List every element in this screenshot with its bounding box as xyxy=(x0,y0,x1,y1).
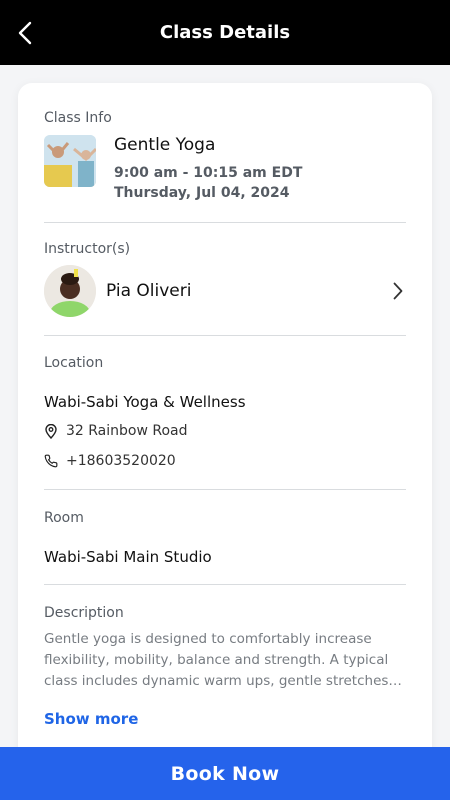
divider xyxy=(44,222,406,223)
book-now-button[interactable]: Book Now xyxy=(0,747,450,800)
instructor-name: Pia Oliveri xyxy=(106,281,192,301)
description-text: Gentle yoga is designed to comfortably i… xyxy=(44,631,393,689)
instructor-label: Instructor(s) xyxy=(44,241,131,257)
class-date: Thursday, Jul 04, 2024 xyxy=(114,185,290,201)
divider xyxy=(44,335,406,336)
app-header: Class Details xyxy=(0,0,450,65)
description-label: Description xyxy=(44,605,124,621)
divider xyxy=(44,489,406,490)
class-name: Gentle Yoga xyxy=(114,135,216,155)
instructor-row[interactable]: Pia Oliveri xyxy=(44,263,406,319)
phone-row[interactable]: +18603520020 xyxy=(44,453,176,469)
instructor-avatar xyxy=(44,265,96,317)
location-label: Location xyxy=(44,355,104,371)
chevron-right-icon xyxy=(390,280,406,302)
room-name: Wabi-Sabi Main Studio xyxy=(44,548,212,566)
class-details-card: Class Info Gentle Yoga 9:00 am - 10:15 a… xyxy=(18,83,432,783)
phone-text: +18603520020 xyxy=(66,453,176,469)
location-name: Wabi-Sabi Yoga & Wellness xyxy=(44,393,246,411)
address-text: 32 Rainbow Road xyxy=(66,423,188,439)
class-time: 9:00 am - 10:15 am EDT xyxy=(114,165,303,181)
class-image xyxy=(44,135,96,187)
chevron-left-icon xyxy=(18,21,32,45)
map-pin-icon xyxy=(44,423,58,439)
room-label: Room xyxy=(44,510,84,526)
address-row[interactable]: 32 Rainbow Road xyxy=(44,423,188,439)
class-info-label: Class Info xyxy=(44,110,112,126)
back-button[interactable] xyxy=(14,18,36,48)
class-thumbnail[interactable] xyxy=(44,135,96,187)
divider xyxy=(44,584,406,585)
show-more-link[interactable]: Show more xyxy=(44,710,138,728)
page-title: Class Details xyxy=(159,22,291,43)
phone-icon xyxy=(44,453,58,469)
